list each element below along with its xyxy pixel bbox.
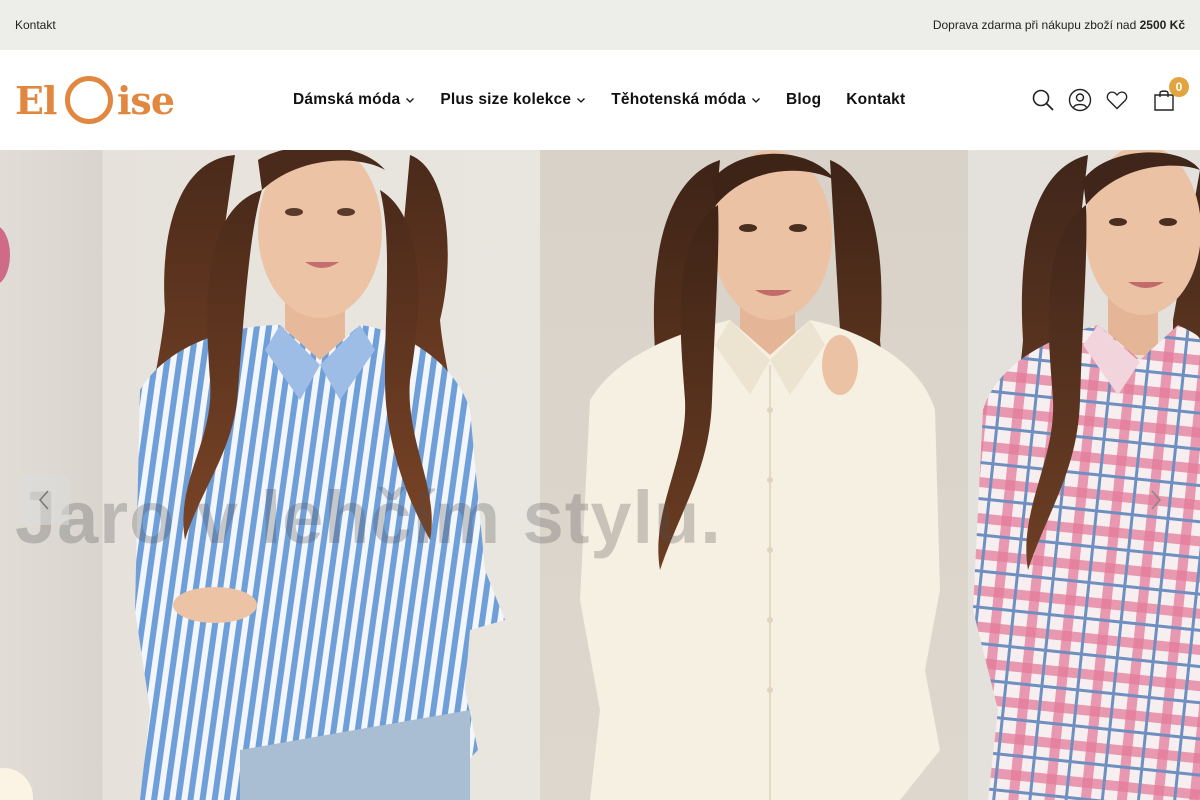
hero-headline: Jaro v lehčím stylu. bbox=[15, 476, 722, 559]
nav-item-plus-size[interactable]: Plus size kolekce bbox=[440, 91, 586, 109]
top-contact-link[interactable]: Kontakt bbox=[15, 18, 56, 32]
nav-item-damska-moda[interactable]: Dámská móda bbox=[293, 91, 415, 109]
slider-next-button[interactable] bbox=[1131, 475, 1181, 525]
chevron-down-icon bbox=[752, 98, 760, 103]
nav-item-label: Kontakt bbox=[846, 91, 906, 108]
free-shipping-notice: Doprava zdarma při nákupu zboží nad 2500… bbox=[933, 18, 1185, 32]
site-header: El ise Dámská móda Plus size kolekce Těh… bbox=[0, 50, 1200, 150]
hero-slider: Jaro v lehčím stylu. bbox=[0, 150, 1200, 800]
promo-text: Doprava zdarma při nákupu zboží nad bbox=[932, 18, 1137, 32]
account-button[interactable] bbox=[1068, 88, 1092, 112]
nav-item-label: Dámská móda bbox=[293, 91, 401, 108]
chevron-left-icon bbox=[38, 490, 49, 510]
main-navigation: Dámská móda Plus size kolekce Těhotenská… bbox=[293, 50, 905, 150]
nav-item-kontakt[interactable]: Kontakt bbox=[846, 91, 905, 109]
search-button[interactable] bbox=[1031, 88, 1055, 112]
logo-text-part1: El bbox=[15, 78, 57, 123]
chevron-down-icon bbox=[577, 98, 586, 103]
wishlist-button[interactable] bbox=[1105, 88, 1129, 112]
nav-item-label: Plus size kolekce bbox=[440, 91, 572, 108]
nav-item-tehotenska-moda[interactable]: Těhotenská móda bbox=[611, 91, 761, 109]
cart-count-badge: 0 bbox=[1169, 77, 1189, 97]
user-icon bbox=[1068, 88, 1092, 112]
nav-item-label: Blog bbox=[786, 91, 822, 108]
chevron-down-icon bbox=[406, 98, 415, 103]
header-icons: 0 bbox=[1031, 50, 1189, 150]
slider-prev-button[interactable] bbox=[19, 475, 69, 525]
chevron-right-icon bbox=[1151, 490, 1162, 510]
top-bar: Kontakt Doprava zdarma při nákupu zboží … bbox=[0, 0, 1200, 50]
nav-item-blog[interactable]: Blog bbox=[786, 91, 821, 109]
promo-amount: 2500 Kč bbox=[1139, 18, 1185, 32]
site-logo[interactable]: El ise bbox=[15, 76, 175, 126]
heart-icon bbox=[1106, 91, 1128, 110]
cart-button[interactable]: 0 bbox=[1152, 77, 1189, 112]
logo-text-part2: ise bbox=[117, 78, 175, 123]
logo-ring-icon bbox=[65, 76, 113, 124]
nav-item-label: Těhotenská móda bbox=[611, 91, 747, 108]
search-icon bbox=[1032, 89, 1054, 111]
